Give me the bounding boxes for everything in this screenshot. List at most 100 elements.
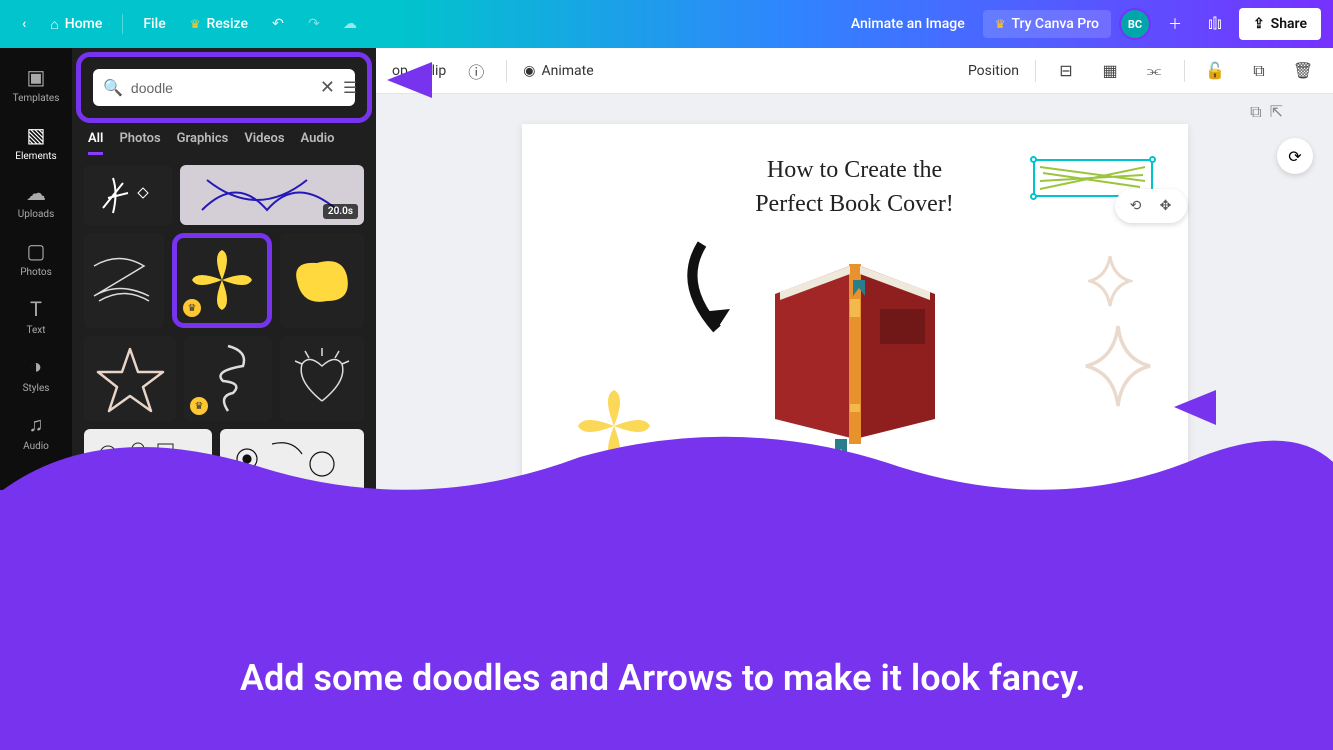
redo-icon: ↷ — [308, 16, 320, 32]
element-tile[interactable]: ♛ — [184, 336, 272, 421]
element-tile[interactable] — [280, 233, 364, 328]
rail-label: Photos — [20, 267, 52, 278]
link-icon: ⫘ — [1147, 61, 1161, 81]
rail-styles[interactable]: ◑ Styles — [0, 346, 72, 402]
transparency-button[interactable]: ▦ — [1096, 57, 1124, 85]
avatar-initials: BC — [1128, 18, 1142, 31]
home-button[interactable]: ⌂ Home — [40, 10, 112, 39]
expand-page-button[interactable]: ⇱ — [1270, 102, 1283, 122]
resize-handle[interactable] — [1030, 193, 1037, 200]
delete-button[interactable]: 🗑 — [1289, 57, 1317, 85]
styles-icon: ◑ — [30, 354, 42, 379]
duration-badge: 20.0s — [323, 204, 358, 219]
sparkle-element[interactable] — [1083, 324, 1153, 409]
rail-label: Styles — [23, 383, 50, 394]
duplicate-button[interactable]: ⧉ — [1245, 57, 1273, 85]
resize-handle[interactable] — [1030, 156, 1037, 163]
file-label: File — [143, 16, 165, 32]
search-input[interactable] — [131, 80, 312, 96]
element-tile[interactable] — [84, 233, 164, 328]
annotation-caption: Add some doodles and Arrows to make it l… — [240, 652, 1086, 704]
rail-text[interactable]: TText — [0, 288, 72, 344]
rail-elements[interactable]: ▧ Elements — [0, 114, 72, 170]
redo-button[interactable]: ↷ — [298, 8, 330, 40]
resize-handle[interactable] — [1149, 156, 1156, 163]
rail-label: Uploads — [18, 209, 54, 220]
app-header: ‹ ⌂ Home File ♛ Resize ↶ ↷ ☁ Animate an … — [0, 0, 1333, 48]
refresh-floater[interactable]: ⟳ — [1277, 138, 1313, 174]
copy-style-button[interactable]: ⊟ — [1052, 57, 1080, 85]
tab-photos[interactable]: Photos — [119, 131, 160, 155]
divider — [1184, 60, 1185, 82]
element-tile[interactable] — [84, 336, 176, 421]
rail-label: Templates — [13, 93, 60, 104]
title-line1: How to Create the — [767, 157, 942, 183]
tab-videos[interactable]: Videos — [244, 131, 284, 155]
book-element[interactable] — [745, 244, 965, 454]
tab-audio[interactable]: Audio — [301, 131, 335, 155]
annotation-arrow-right — [1171, 380, 1321, 435]
search-bar[interactable]: 🔍 ✕ ☰ — [93, 69, 355, 106]
insights-button[interactable]: ⫾⫿⫾ — [1199, 8, 1231, 40]
user-avatar[interactable]: BC — [1119, 8, 1151, 40]
star-doodle-icon — [93, 344, 168, 414]
duplicate-page-button[interactable]: ⧉ — [1250, 102, 1261, 122]
uploads-icon: ☁ — [26, 181, 46, 205]
annotation-overlay: Add some doodles and Arrows to make it l… — [0, 490, 1333, 750]
rail-templates[interactable]: ▣ Templates — [0, 56, 72, 112]
rail-uploads[interactable]: ☁ Uploads — [0, 172, 72, 228]
undo-icon: ↶ — [272, 16, 284, 32]
annotation-arrow-left — [382, 50, 542, 110]
title-line2: Perfect Book Cover! — [755, 191, 954, 217]
templates-icon: ▣ — [27, 65, 46, 89]
chart-icon: ⫾⫿⫾ — [1208, 16, 1221, 32]
page-heading[interactable]: How to Create the Perfect Book Cover! — [665, 154, 1045, 221]
animate-label: Animate — [542, 63, 594, 79]
add-member-button[interactable]: ＋ — [1159, 8, 1191, 40]
undo-button[interactable]: ↶ — [262, 8, 294, 40]
try-pro-label: Try Canva Pro — [1011, 16, 1098, 32]
filter-icon[interactable]: ☰ — [343, 78, 357, 97]
try-pro-button[interactable]: ♛ Try Canva Pro — [983, 10, 1111, 38]
clear-icon[interactable]: ✕ — [320, 77, 335, 98]
move-button[interactable]: ✥ — [1153, 193, 1179, 219]
resize-button[interactable]: ♛ Resize — [180, 10, 258, 38]
sparkle-doodle-icon — [98, 173, 158, 218]
element-float-controls: ⟲ ✥ — [1115, 189, 1187, 223]
search-highlight: 🔍 ✕ ☰ — [76, 52, 372, 123]
rail-label: Elements — [15, 151, 56, 162]
document-title[interactable]: Animate an Image — [841, 10, 975, 38]
crown-icon: ♛ — [995, 17, 1006, 31]
link-button[interactable]: ⫘ — [1140, 57, 1168, 85]
tab-all[interactable]: All — [88, 131, 103, 155]
trash-icon: 🗑 — [1293, 61, 1313, 80]
tab-graphics[interactable]: Graphics — [177, 131, 229, 155]
back-button[interactable]: ‹ — [12, 10, 36, 38]
filter-tabs: All Photos Graphics Videos Audio — [72, 127, 376, 165]
roller-icon: ⊟ — [1059, 61, 1072, 80]
element-tile[interactable]: 20.0s — [180, 165, 364, 225]
search-icon: 🔍 — [103, 78, 123, 97]
home-icon: ⌂ — [50, 16, 58, 33]
text-icon: T — [30, 297, 42, 321]
refresh-icon: ⟳ — [1288, 147, 1301, 166]
sync-button[interactable]: ⟲ — [1123, 193, 1149, 219]
scribble-icon — [89, 246, 159, 316]
sparkle-element[interactable] — [1088, 254, 1133, 309]
elements-icon: ▧ — [27, 123, 46, 147]
element-tile-selected[interactable]: ♛ — [172, 233, 272, 328]
divider — [1035, 60, 1036, 82]
cloud-sync-button[interactable]: ☁ — [334, 8, 366, 40]
blob-icon — [287, 251, 357, 311]
share-button[interactable]: ⇪ Share — [1239, 8, 1321, 40]
position-button[interactable]: Position — [968, 63, 1019, 79]
home-label: Home — [65, 16, 103, 32]
title-text: Animate an Image — [851, 16, 965, 32]
element-tile[interactable] — [280, 336, 364, 421]
rail-photos[interactable]: ▢ Photos — [0, 230, 72, 286]
lock-icon: 🔓 — [1205, 61, 1225, 80]
lock-button[interactable]: 🔓 — [1201, 57, 1229, 85]
element-tile[interactable] — [84, 165, 172, 225]
file-menu[interactable]: File — [133, 10, 175, 38]
photos-icon: ▢ — [27, 239, 46, 263]
